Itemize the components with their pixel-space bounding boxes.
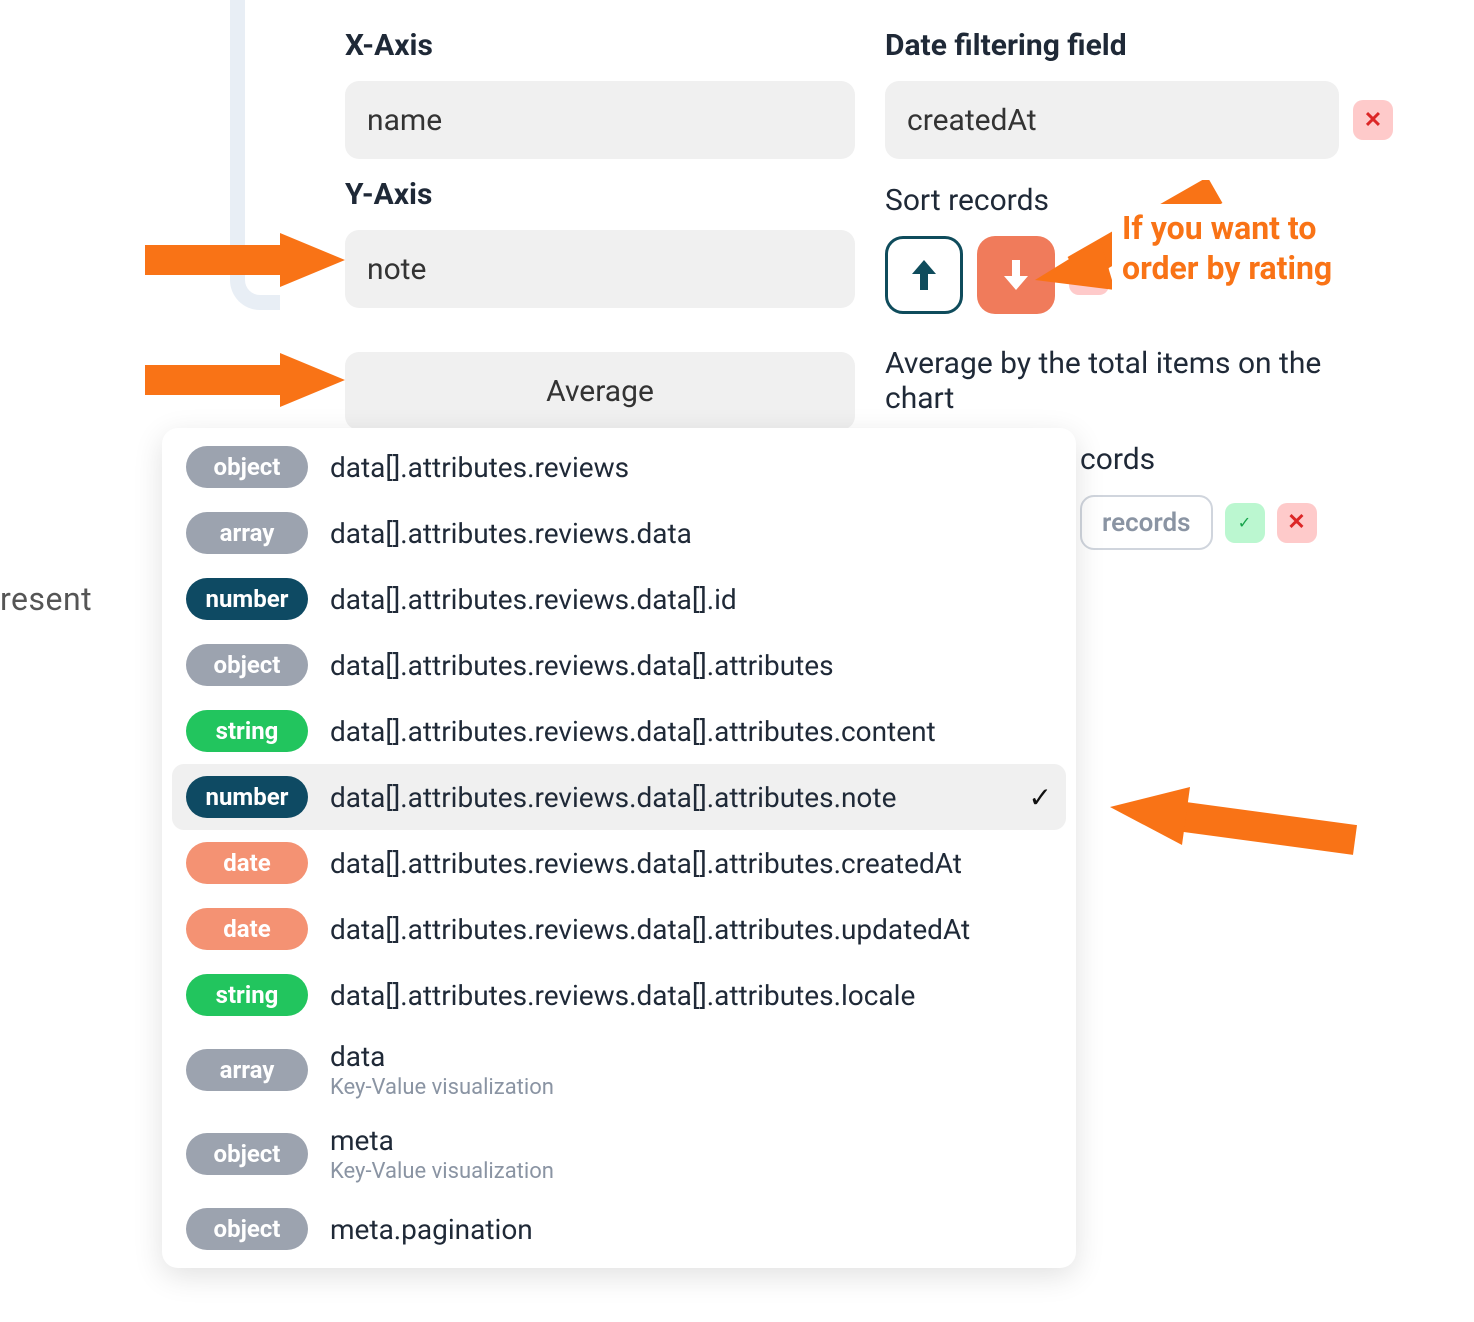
dropdown-item-text: dataKey-Value visualization [330, 1040, 1052, 1100]
truncated-records-label: cords [1080, 442, 1155, 477]
type-badge: object [186, 446, 308, 488]
type-badge: number [186, 776, 308, 818]
dropdown-item-path: meta.pagination [330, 1213, 1052, 1246]
type-badge: string [186, 710, 308, 752]
type-badge: object [186, 1133, 308, 1175]
type-badge: date [186, 842, 308, 884]
type-badge: number [186, 578, 308, 620]
average-toggle-label: Average by the total items on the chart [885, 346, 1395, 416]
dropdown-item-text: metaKey-Value visualization [330, 1124, 1052, 1184]
aggregate-value: Average [546, 374, 654, 409]
confirm-records-button[interactable]: ✓ [1225, 503, 1265, 543]
dropdown-item-path: data[].attributes.reviews.data[].attribu… [330, 649, 1052, 682]
dropdown-item-path: data[].attributes.reviews.data [330, 517, 1052, 550]
dropdown-item[interactable]: object data[].attributes.reviews.data[].a… [162, 632, 1076, 698]
dropdown-item-path: data[].attributes.reviews.data[].id [330, 583, 1052, 616]
date-filter-value: createdAt [907, 103, 1037, 138]
type-badge: array [186, 1049, 308, 1091]
check-icon: ✓ [1029, 781, 1052, 814]
background-flow-line [230, 0, 280, 310]
y-axis-label: Y-Axis [345, 177, 855, 212]
field-dropdown: object data[].attributes.reviews array data… [162, 428, 1076, 1268]
dropdown-item[interactable]: object metaKey-Value visualization [162, 1112, 1076, 1196]
clear-sort-button[interactable]: ✕ [1069, 255, 1109, 295]
annotation-arrow [140, 345, 350, 415]
dropdown-item[interactable]: date data[].attributes.reviews.data[].att… [162, 896, 1076, 962]
y-axis-input[interactable]: note [345, 230, 855, 308]
clear-records-button[interactable]: ✕ [1277, 503, 1317, 543]
check-icon: ✓ [1238, 513, 1251, 532]
annotation-order-by-rating: If you want to order by rating [1112, 204, 1342, 292]
close-icon: ✕ [1080, 263, 1098, 288]
dropdown-item[interactable]: string data[].attributes.reviews.data[].a… [162, 962, 1076, 1028]
date-filter-label: Date filtering field [885, 28, 1395, 63]
dropdown-item[interactable]: string data[].attributes.reviews.data[].a… [162, 698, 1076, 764]
annotation-arrow [1100, 785, 1360, 865]
date-filter-input[interactable]: createdAt [885, 81, 1339, 159]
type-badge: object [186, 644, 308, 686]
close-icon: ✕ [1287, 510, 1305, 535]
dropdown-item[interactable]: number data[].attributes.reviews.data[].a… [172, 764, 1066, 830]
dropdown-item-path: data[].attributes.reviews.data[].attribu… [330, 781, 1007, 814]
sort-desc-button[interactable] [977, 236, 1055, 314]
y-axis-value: note [367, 252, 426, 287]
dropdown-item[interactable]: number data[].attributes.reviews.data[].i… [162, 566, 1076, 632]
clear-date-filter-button[interactable]: ✕ [1353, 100, 1393, 140]
truncated-left-text: resent [0, 580, 92, 618]
aggregate-select[interactable]: Average [345, 352, 855, 430]
dropdown-item-path: data[].attributes.reviews.data[].attribu… [330, 979, 1052, 1012]
type-badge: array [186, 512, 308, 554]
close-icon: ✕ [1364, 108, 1382, 133]
type-badge: date [186, 908, 308, 950]
dropdown-item[interactable]: date data[].attributes.reviews.data[].att… [162, 830, 1076, 896]
dropdown-item-path: data[].attributes.reviews.data[].attribu… [330, 715, 1052, 748]
x-axis-label: X-Axis [345, 28, 855, 63]
dropdown-item[interactable]: object data[].attributes.reviews [162, 434, 1076, 500]
dropdown-item[interactable]: array data[].attributes.reviews.data [162, 500, 1076, 566]
records-input[interactable]: records [1080, 495, 1213, 550]
x-axis-value: name [367, 103, 442, 138]
dropdown-item-path: data[].attributes.reviews.data[].attribu… [330, 913, 1052, 946]
dropdown-item-path: data[].attributes.reviews [330, 451, 1052, 484]
dropdown-item-path: data[].attributes.reviews.data[].attribu… [330, 847, 1052, 880]
records-row: records ✓ ✕ [1080, 495, 1317, 550]
x-axis-input[interactable]: name [345, 81, 855, 159]
sort-asc-button[interactable] [885, 236, 963, 314]
type-badge: object [186, 1208, 308, 1250]
left-column: X-Axis name Y-Axis note Average [345, 28, 855, 480]
dropdown-item[interactable]: array dataKey-Value visualization [162, 1028, 1076, 1112]
type-badge: string [186, 974, 308, 1016]
dropdown-item[interactable]: object meta.pagination [162, 1196, 1076, 1262]
arrow-down-icon [1002, 258, 1030, 292]
arrow-up-icon [910, 258, 938, 292]
